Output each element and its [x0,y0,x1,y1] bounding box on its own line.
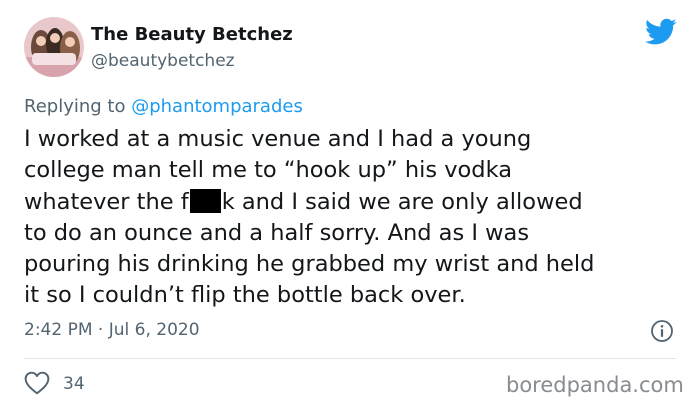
like-count: 34 [63,374,85,394]
avatar[interactable] [24,17,84,77]
tweet-line: it so I couldn’t flip the bottle back ov… [24,282,466,309]
replying-to: Replying to @phantomparades [24,96,303,117]
censor-bar [189,188,221,213]
heart-icon[interactable] [24,371,50,395]
tweet-line: college man tell me to “hook up” his vod… [24,157,513,184]
tweet-line-censored: whatever the f k and I said we are only a… [24,187,684,218]
info-icon[interactable] [650,319,674,343]
tweet-line: to do an ounce and a half sorry. And as … [24,219,530,246]
tweet-line-part: k and I said we are only allowed [221,188,583,215]
watermark: boredpanda.com [506,373,684,397]
divider [24,358,676,359]
tweet-text: I worked at a music venue and I had a yo… [24,124,684,312]
tweet-line: pouring his drinking he grabbed my wrist… [24,251,595,278]
author-handle[interactable]: @beautybetchez [91,51,235,71]
twitter-bird-icon[interactable] [645,18,677,46]
replying-to-prefix: Replying to [24,96,132,117]
timestamp[interactable]: 2:42 PM · Jul 6, 2020 [24,320,200,340]
tweet-line-part: whatever the f [24,188,189,215]
replying-to-mention[interactable]: @phantomparades [131,96,303,117]
author-name[interactable]: The Beauty Betchez [91,24,293,45]
tweet-line: I worked at a music venue and I had a yo… [24,126,532,152]
